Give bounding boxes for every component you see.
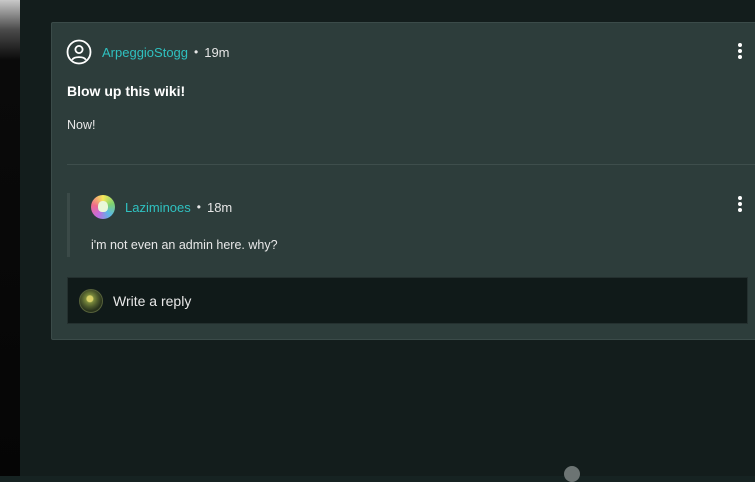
reply-input[interactable]: Write a reply xyxy=(67,277,748,324)
post-author-row: ArpeggioStogg • 19m xyxy=(66,38,230,66)
post-author-link[interactable]: ArpeggioStogg xyxy=(102,45,188,60)
meta-separator: • xyxy=(194,45,199,59)
user-circle-icon[interactable] xyxy=(66,39,92,65)
avatar xyxy=(79,288,103,313)
reply-author-row: Laziminoes • 18m xyxy=(91,193,232,221)
more-vertical-icon[interactable] xyxy=(737,196,743,212)
comment-thread-card: ArpeggioStogg • 19m Blow up this wiki! N… xyxy=(51,22,755,340)
meta-separator: • xyxy=(196,200,201,214)
browser-edge xyxy=(0,0,20,476)
post-timestamp: 19m xyxy=(204,44,230,60)
post-body: Now! xyxy=(67,118,96,132)
reply-item: Laziminoes • 18m i'm not even an admin h… xyxy=(67,193,755,257)
reply-author-link[interactable]: Laziminoes xyxy=(125,200,191,215)
reply-input-placeholder: Write a reply xyxy=(113,292,192,309)
avatar[interactable] xyxy=(91,195,115,219)
more-vertical-icon[interactable] xyxy=(737,43,743,59)
reply-body: i'm not even an admin here. why? xyxy=(91,238,278,252)
divider xyxy=(67,164,755,165)
scroll-indicator[interactable] xyxy=(564,466,580,482)
post-title: Blow up this wiki! xyxy=(67,83,186,99)
reply-timestamp: 18m xyxy=(206,199,233,215)
